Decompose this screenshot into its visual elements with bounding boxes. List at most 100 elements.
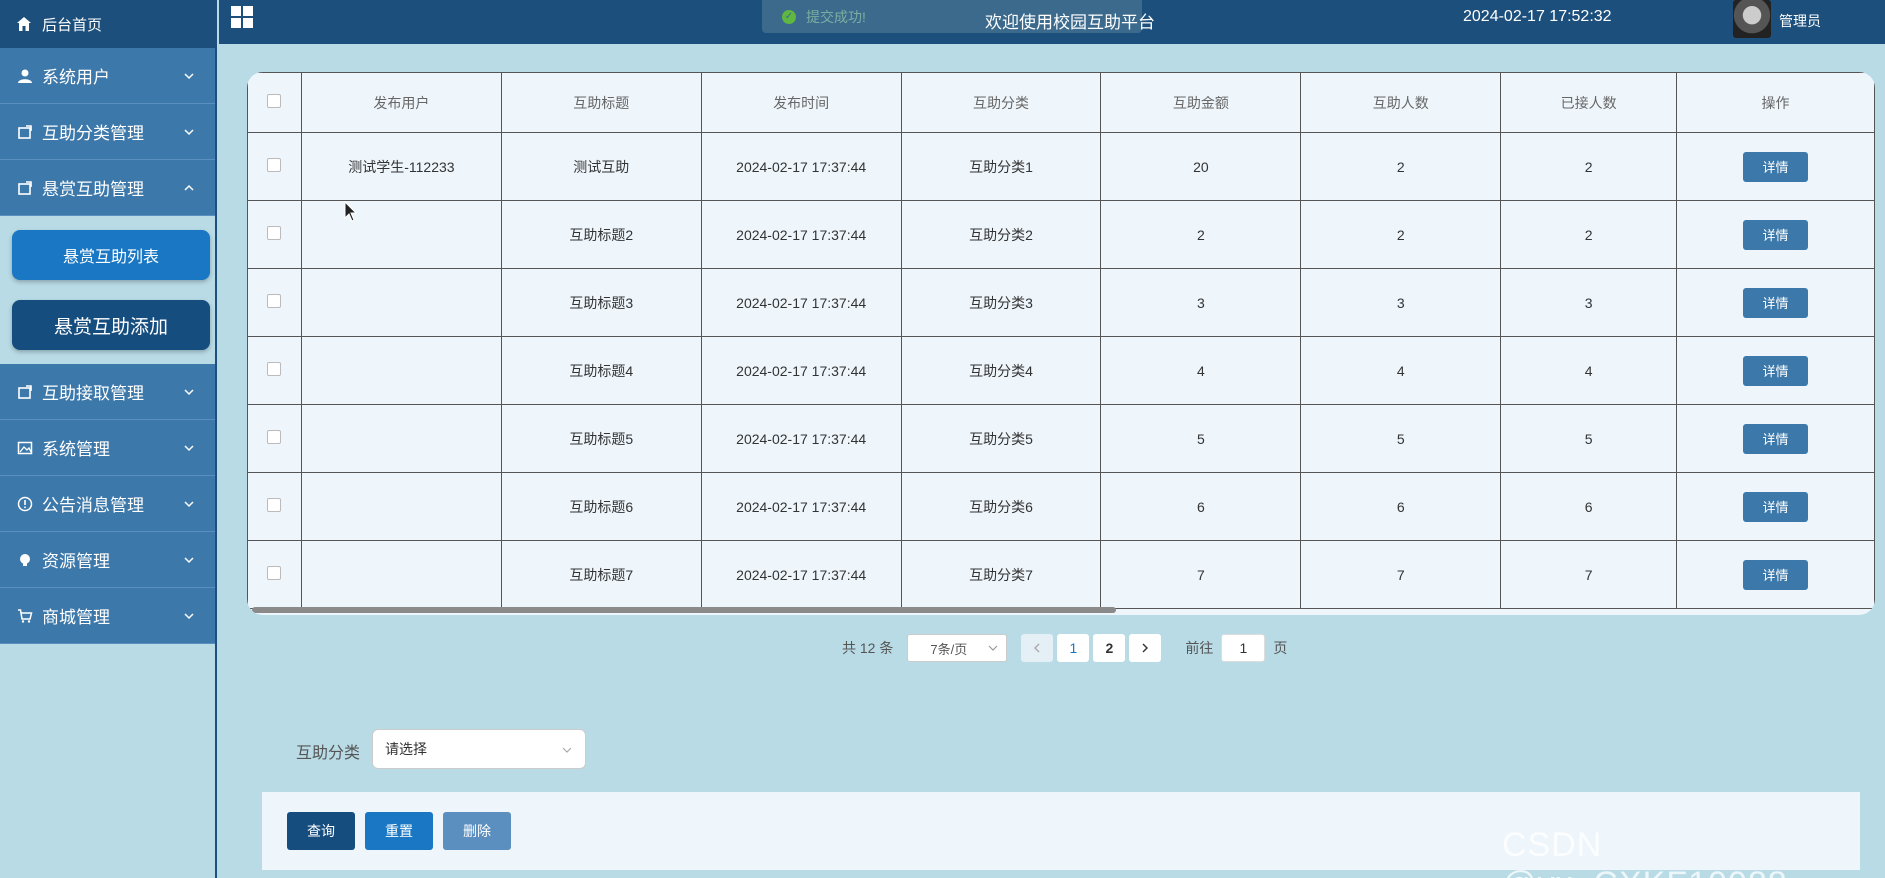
table-cell: 互助分类1 xyxy=(900,132,1102,201)
next-page-button[interactable] xyxy=(1129,634,1162,662)
table-cell: 互助分类5 xyxy=(900,404,1102,473)
image-icon xyxy=(16,439,34,457)
submenu-reward-help-list[interactable]: 悬赏互助列表 xyxy=(12,230,210,280)
avatar[interactable] xyxy=(1733,0,1771,38)
row-checkbox[interactable] xyxy=(267,294,282,308)
toast-message: 提交成功! xyxy=(806,8,866,25)
row-checkbox[interactable] xyxy=(267,566,282,580)
table-cell: 互助标题5 xyxy=(500,404,702,473)
row-select-cell[interactable] xyxy=(247,200,302,269)
grid-menu-icon[interactable] xyxy=(231,6,253,28)
row-select-cell[interactable] xyxy=(247,540,302,609)
chevron-down-icon xyxy=(184,500,194,507)
sidebar-item-category[interactable]: 互助分类管理 xyxy=(0,104,215,160)
sidebar-item-label: 商城管理 xyxy=(42,608,110,627)
sidebar-item-label: 公告消息管理 xyxy=(42,496,144,515)
folder-icon xyxy=(16,383,34,401)
row-actions-cell: 详情 xyxy=(1676,200,1875,269)
goto-suffix: 页 xyxy=(1273,640,1288,656)
select-all-checkbox[interactable] xyxy=(267,94,282,108)
chevron-left-icon xyxy=(1034,643,1040,653)
table-cell: 5 xyxy=(1500,404,1678,473)
table-cell: 5 xyxy=(1300,404,1502,473)
table-cell: 互助标题7 xyxy=(500,540,702,609)
sidebar-item-system[interactable]: 系统管理 xyxy=(0,420,215,476)
table-cell: 7 xyxy=(1500,540,1678,609)
table-cell: 互助标题6 xyxy=(500,472,702,541)
table-cell: 7 xyxy=(1100,540,1302,609)
chevron-up-icon xyxy=(184,184,194,191)
table-cell: 测试学生-112233 xyxy=(300,132,502,201)
chevron-down-icon xyxy=(184,72,194,79)
table-cell: 2 xyxy=(1100,200,1302,269)
column-header: 发布时间 xyxy=(700,72,902,133)
user-name[interactable]: 管理员 xyxy=(1779,11,1821,31)
cart-icon xyxy=(16,607,34,625)
row-checkbox[interactable] xyxy=(267,158,282,172)
table-cell: 2024-02-17 17:37:44 xyxy=(700,404,902,473)
folder-icon xyxy=(16,179,34,197)
header-select-all[interactable] xyxy=(247,72,302,133)
row-select-cell[interactable] xyxy=(247,336,302,405)
chevron-down-icon xyxy=(988,645,998,651)
table-cell: 20 xyxy=(1100,132,1302,201)
delete-button[interactable]: 删除 xyxy=(443,812,511,850)
sidebar-item-mall[interactable]: 商城管理 xyxy=(0,588,215,644)
table-cell: 6 xyxy=(1300,472,1502,541)
info-icon xyxy=(16,495,34,513)
pagination: 共 12 条 7条/页 1 2 前往 1 页 xyxy=(842,634,1287,662)
row-actions-cell: 详情 xyxy=(1676,336,1875,405)
detail-button[interactable]: 详情 xyxy=(1743,491,1809,522)
row-checkbox[interactable] xyxy=(267,430,282,444)
category-filter-placeholder: 请选择 xyxy=(385,741,427,757)
query-button[interactable]: 查询 xyxy=(287,812,355,850)
user-icon xyxy=(16,67,34,85)
sidebar-item-resource[interactable]: 资源管理 xyxy=(0,532,215,588)
sidebar-item-help-accept[interactable]: 互助接取管理 xyxy=(0,364,215,420)
table-cell xyxy=(300,540,502,609)
page-button-2[interactable]: 2 xyxy=(1093,634,1126,662)
table-cell: 3 xyxy=(1500,268,1678,337)
table-cell: 2024-02-17 17:37:44 xyxy=(700,336,902,405)
row-select-cell[interactable] xyxy=(247,472,302,541)
sidebar-item-reward-help[interactable]: 悬赏互助管理 xyxy=(0,160,215,216)
row-select-cell[interactable] xyxy=(247,268,302,337)
table-row: 互助标题4 2024-02-17 17:37:44 互助分类4 4 4 4 详情 xyxy=(247,336,1875,405)
row-select-cell[interactable] xyxy=(247,404,302,473)
detail-button[interactable]: 详情 xyxy=(1743,287,1809,318)
data-table-card: 发布用户 互助标题 发布时间 互助分类 互助金额 互助人数 已接人数 操作 测试… xyxy=(247,72,1875,615)
table-cell: 互助标题4 xyxy=(500,336,702,405)
home-icon xyxy=(16,16,32,32)
table-cell: 2 xyxy=(1500,132,1678,201)
detail-button[interactable]: 详情 xyxy=(1743,219,1809,250)
page-size-select[interactable]: 7条/页 xyxy=(907,634,1008,662)
sidebar-item-label: 系统管理 xyxy=(42,440,110,459)
page-button-1[interactable]: 1 xyxy=(1057,634,1090,662)
detail-button[interactable]: 详情 xyxy=(1743,423,1809,454)
row-checkbox[interactable] xyxy=(267,498,282,512)
row-checkbox[interactable] xyxy=(267,362,282,376)
category-filter-select[interactable]: 请选择 xyxy=(372,729,586,769)
row-select-cell[interactable] xyxy=(247,132,302,201)
table-row: 互助标题2 2024-02-17 17:37:44 互助分类2 2 2 2 详情 xyxy=(247,200,1875,269)
reset-button[interactable]: 重置 xyxy=(365,812,433,850)
goto-label: 前往 xyxy=(1185,640,1214,656)
table-cell: 2024-02-17 17:37:44 xyxy=(700,540,902,609)
table-cell xyxy=(300,404,502,473)
sidebar-item-users[interactable]: 系统用户 xyxy=(0,48,215,104)
prev-page-button[interactable] xyxy=(1021,634,1054,662)
row-actions-cell: 详情 xyxy=(1676,404,1875,473)
detail-button[interactable]: 详情 xyxy=(1743,355,1809,386)
sidebar-item-notice[interactable]: 公告消息管理 xyxy=(0,476,215,532)
submenu-reward-help-add[interactable]: 悬赏互助添加 xyxy=(12,300,210,350)
detail-button[interactable]: 详情 xyxy=(1743,559,1809,590)
goto-page-input[interactable]: 1 xyxy=(1221,634,1266,662)
chevron-down-icon xyxy=(184,444,194,451)
table-header-row: 发布用户 互助标题 发布时间 互助分类 互助金额 互助人数 已接人数 操作 xyxy=(247,72,1875,133)
horizontal-scrollbar[interactable] xyxy=(252,607,1116,613)
table-row: 互助标题6 2024-02-17 17:37:44 互助分类6 6 6 6 详情 xyxy=(247,472,1875,541)
sidebar-item-home[interactable]: 后台首页 xyxy=(0,0,215,48)
detail-button[interactable]: 详情 xyxy=(1743,151,1809,182)
row-checkbox[interactable] xyxy=(267,226,282,240)
table-cell: 6 xyxy=(1500,472,1678,541)
